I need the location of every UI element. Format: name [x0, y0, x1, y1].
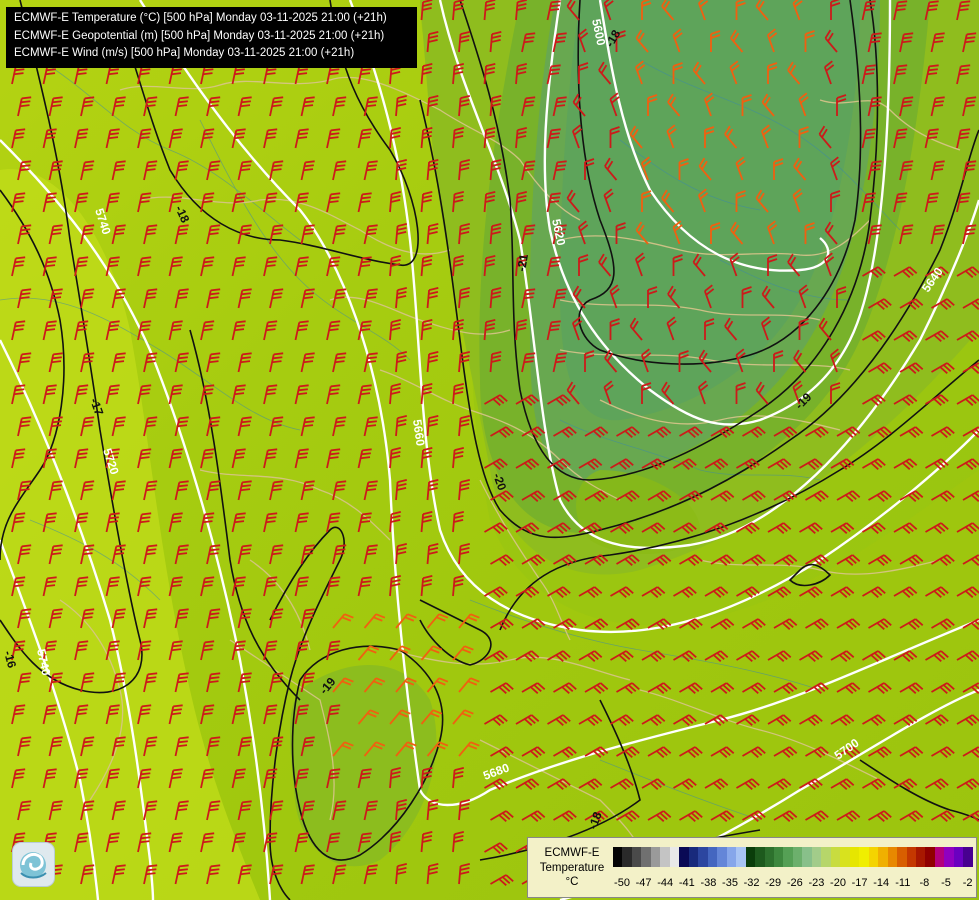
legend-swatch — [887, 847, 898, 867]
legend-swatch — [953, 847, 964, 867]
legend-swatch — [698, 847, 708, 867]
legend-title-unit: °C — [565, 876, 579, 888]
legend-swatch — [783, 847, 793, 867]
legend-swatch — [622, 847, 632, 867]
legend-swatch — [830, 847, 841, 867]
legend-swatch — [717, 847, 727, 867]
legend-tick-label: -32 — [743, 877, 760, 889]
legend-swatch — [944, 847, 954, 867]
app-logo-icon[interactable] — [13, 843, 54, 886]
legend-title-variable: Temperature — [539, 861, 605, 874]
legend-swatch — [792, 847, 803, 867]
map-canvas[interactable]: 5600 5620 5640 5660 5680 5700 5720 5740 … — [0, 0, 979, 900]
info-line-temperature: ECMWF-E Temperature (°C) [500 hPa] Monda… — [14, 12, 387, 24]
legend-tick-label: -2 — [962, 877, 973, 889]
legend-swatch — [868, 847, 879, 867]
legend-tick-label: -20 — [830, 877, 846, 889]
legend-swatch — [764, 847, 774, 867]
legend-swatch — [963, 847, 973, 867]
legend-tick-label: -17 — [851, 877, 868, 889]
legend-swatch — [897, 847, 907, 867]
legend-tick-label: -5 — [941, 877, 951, 889]
temperature-legend: ECMWF-E Temperature °C -50 -47 -44 -41 -38 -3… — [527, 837, 977, 898]
forecast-info-box: ECMWF-E Temperature (°C) [500 hPa] Monda… — [6, 7, 417, 68]
legend-tick-label: -11 — [895, 877, 911, 889]
legend-swatch — [916, 847, 926, 867]
legend-tick-label: -23 — [808, 877, 825, 889]
legend-swatch — [679, 847, 689, 867]
legend-swatch — [849, 847, 860, 867]
legend-swatch — [726, 847, 737, 867]
legend-swatch — [688, 847, 699, 867]
legend-swatch — [641, 847, 651, 867]
legend-swatch — [934, 847, 945, 867]
legend-swatch — [669, 847, 680, 867]
legend-swatch — [736, 847, 746, 867]
legend-swatch — [707, 847, 718, 867]
legend-tick-label: -50 — [614, 877, 630, 889]
legend-swatch — [631, 847, 642, 867]
legend-swatch — [859, 847, 869, 867]
legend-tick-label: -38 — [700, 877, 717, 889]
info-line-geopotential: ECMWF-E Geopotential (m) [500 hPa] Monda… — [14, 29, 385, 42]
legend-tick-label: -41 — [678, 877, 695, 889]
legend-tick-label: -35 — [722, 877, 738, 889]
legend-swatch — [802, 847, 812, 867]
legend-swatch — [840, 847, 850, 867]
legend-swatch — [878, 847, 888, 867]
legend-swatch — [745, 847, 756, 867]
legend-title-model: ECMWF-E — [544, 847, 600, 859]
legend-tick-label: -8 — [919, 877, 930, 889]
legend-swatch — [773, 847, 784, 867]
legend-tick-label: -44 — [657, 877, 674, 889]
legend-swatch — [925, 847, 935, 867]
legend-swatch — [650, 847, 661, 867]
legend-tick-label: -14 — [873, 877, 890, 889]
legend-swatch — [821, 847, 831, 867]
legend-tick-label: -26 — [786, 877, 803, 889]
legend-tick-label: -29 — [765, 877, 782, 889]
legend-swatch — [811, 847, 822, 867]
legend-swatch — [755, 847, 765, 867]
info-line-wind: ECMWF-E Wind (m/s) [500 hPa] Monday 03-1… — [14, 47, 355, 59]
weather-map-view: 5600 5620 5640 5660 5680 5700 5720 5740 … — [0, 0, 979, 900]
legend-swatch — [660, 847, 670, 867]
legend-swatch — [906, 847, 916, 867]
legend-tick-label: -47 — [635, 877, 652, 889]
legend-title: ECMWF-E Temperature °C — [530, 846, 614, 890]
legend-tick-labels: -50 -47 -44 -41 -38 -35 -32 -29 -26 -23 -20 -17 -14-… — [613, 877, 973, 891]
legend-swatch — [613, 847, 623, 867]
legend-color-scale — [613, 847, 973, 867]
